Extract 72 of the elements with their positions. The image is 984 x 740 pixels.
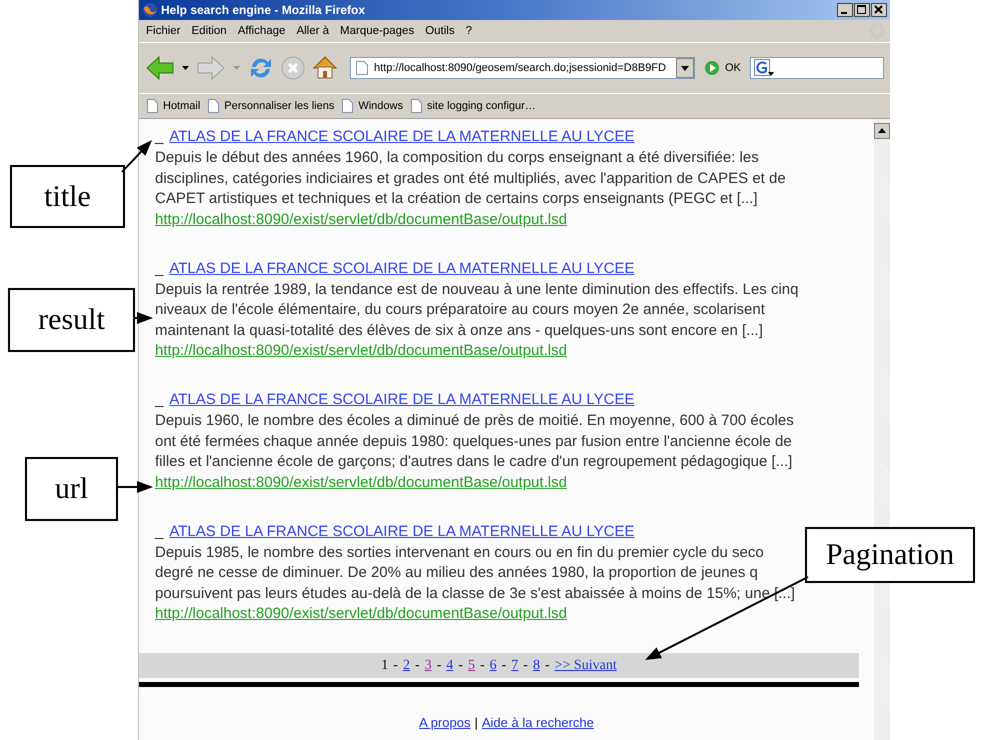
menu-item[interactable]: Aller à [293,25,338,37]
menu-item[interactable]: Affichage [234,25,294,37]
separator-text: - [480,658,485,674]
callout-label: url [25,457,118,521]
menu-item[interactable]: ? [462,25,480,37]
page-icon [356,61,368,75]
result-title-link[interactable]: ATLAS DE LA FRANCE SCOLAIRE DE LA MATERNELLE AU LYCEE [169,522,634,542]
callout-arrow [118,481,153,493]
page-link[interactable]: 6 [490,658,497,674]
separator-text: - [544,658,550,674]
bullet-mark: _ [155,390,164,410]
callout-arrow [121,140,152,173]
page-link[interactable]: 4 [446,658,454,674]
menu-item[interactable]: Edition [188,25,235,37]
minimize-icon[interactable] [837,3,853,17]
bullet-mark: _ [155,522,164,542]
page-link[interactable]: >> Suivant [554,658,617,674]
callout-label: title [10,165,125,228]
page-icon [342,99,354,113]
separator-text: - [502,658,506,674]
result-snippet: Depuis 1960, le nombre des écoles a diminué de près de moitié. En moyenne, 600 à 700 écoles ont été fermées chaque année depuis 1980: quelques-unes par fusion entre l'ancienne école de filles et l'ancienne école de garçons; d'autres dans le cadre d'un regroupement pédagogique [...] [155,411,794,472]
page-icon [147,99,158,113]
footer-link[interactable]: A propos [419,715,470,730]
maximize-icon[interactable] [854,3,870,17]
result-snippet: Depuis la rentrée 1989, la tendance est de nouveau à une lente diminution des effectifs. Les cinq niveaux de l'école élémentaire, du cours préparatoire au cours moyen 2e année, scolarisent maintenant la quasi-totalité des élèves de six à onze ans - quelques-uns sont encore en [...] [155,280,798,340]
current-page-number: 1 [381,658,388,674]
separator-text: | [474,715,478,730]
menu-item[interactable]: Fichier [143,25,189,37]
separator-text: - [414,658,420,674]
bullet-mark: _ [155,258,164,278]
page-link[interactable]: 3 [424,658,432,674]
dropdown-icon[interactable] [182,66,189,70]
callout-label: Pagination [805,527,975,583]
scroll-up-icon[interactable] [874,123,890,139]
footer-link[interactable]: Aide à la recherche [482,715,594,730]
result-url-link[interactable]: http://localhost:8090/exist/servlet/db/documentBase/output.lsd [155,342,567,359]
close-icon[interactable] [871,3,887,17]
bookmark-item[interactable]: Windows [342,99,403,113]
result-snippet: Depuis 1985, le nombre des sorties intervenant en cours ou en fin du premier cycle du seco degré ne cesse de diminuer. De 20% au milieu des années 1980, la proportion de jeunes q poursuivent pas leurs études au-delà de la classe de 3e s'est abaissée à moins de 15%; une [...] [155,542,795,604]
search-engine-icon [754,59,774,77]
result-url-link[interactable]: http://localhost:8090/exist/servlet/db/documentBase/output.lsd [155,605,567,622]
page-link[interactable]: 7 [511,658,518,674]
bookmark-item[interactable]: site logging configur… [410,99,536,113]
result-title-link[interactable]: ATLAS DE LA FRANCE SCOLAIRE DE LA MATERNELLE AU LYCEE [169,127,634,147]
result-url-link[interactable]: http://localhost:8090/exist/servlet/db/documentBase/output.lsd [155,474,567,490]
separator-text: - [436,658,442,674]
result-snippet: Depuis le début des années 1960, la composition du corps enseignant a été diversifiée: les disciplines, catégories indiciaires et grades ont été multipliés, avec l'apparition de CAPES et de CAPET artistiques et techniques et la création de certains corps enseignants (PEGC et [...] [155,148,786,209]
separator-text: - [458,658,463,674]
callout-label: result [8,288,135,352]
menu-item[interactable]: Outils [422,25,463,37]
bookmark-item[interactable]: Personnaliser les liens [208,99,334,113]
separator-text: - [523,658,528,674]
bookmark-item[interactable]: Hotmail [147,99,200,113]
menu-item[interactable]: Marque-pages [337,25,422,37]
result-url-link[interactable]: http://localhost:8090/exist/servlet/db/documentBase/output.lsd [155,210,567,228]
bullet-mark: _ [155,127,164,147]
result-title-link[interactable]: ATLAS DE LA FRANCE SCOLAIRE DE LA MATERNELLE AU LYCEE [169,258,634,278]
back-arrow-icon[interactable] [145,54,175,82]
result-title-link[interactable]: ATLAS DE LA FRANCE SCOLAIRE DE LA MATERNELLE AU LYCEE [169,390,634,410]
separator-text: - [393,658,398,674]
callout-arrow [133,312,153,324]
address-field[interactable]: http://localhost:8090/geosem/search.do;jsessionid=D8B9FD [350,57,695,79]
page-link[interactable]: 2 [402,658,410,674]
search-field[interactable] [750,57,884,79]
window-title: Help search engine - Mozilla Firefox [161,3,366,17]
page-icon [410,99,422,113]
page-icon [208,99,220,113]
dropdown-icon[interactable] [676,58,694,78]
play-icon [704,60,720,76]
go-button[interactable]: OK [700,60,745,76]
page-link[interactable]: 8 [532,658,540,674]
page-link[interactable]: 5 [468,658,475,674]
